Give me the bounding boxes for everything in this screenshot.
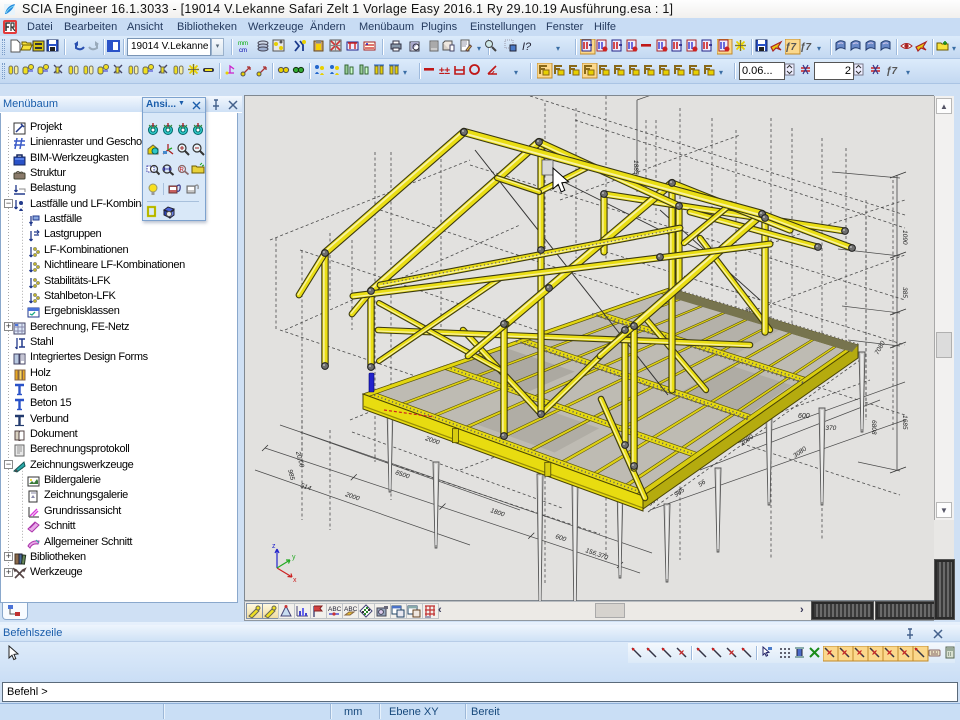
svg-text:ƒ7: ƒ7 (886, 66, 898, 77)
svg-text:ƒ7: ƒ7 (800, 42, 812, 53)
svg-text:cm: cm (239, 48, 247, 54)
svg-text:1685: 1685 (901, 415, 908, 430)
svg-text:3080: 3080 (792, 445, 808, 459)
svg-text:y: y (292, 554, 296, 561)
svg-text:ƒ7: ƒ7 (785, 42, 797, 53)
svg-text:I?: I? (522, 41, 532, 53)
svg-text:mm: mm (238, 41, 248, 47)
svg-text:x: x (293, 577, 297, 584)
svg-text:6808: 6808 (870, 420, 877, 435)
svg-text:56: 56 (697, 479, 707, 489)
svg-text:385: 385 (901, 287, 908, 298)
svg-text:1090: 1090 (901, 230, 908, 245)
svg-text:R: R (180, 168, 185, 174)
svg-text:2000: 2000 (343, 491, 360, 503)
svg-text:ABC: ABC (328, 606, 342, 613)
svg-text:±±: ±± (439, 66, 450, 77)
svg-text:8500: 8500 (394, 469, 410, 480)
svg-text:985: 985 (673, 486, 686, 498)
svg-text:985: 985 (286, 469, 296, 482)
svg-text:156,370: 156,370 (584, 547, 609, 561)
svg-text:1885: 1885 (632, 160, 639, 175)
svg-text:600: 600 (554, 533, 567, 543)
svg-text:600: 600 (798, 413, 810, 420)
svg-text:20,00: 20,00 (294, 450, 305, 469)
svg-text:z: z (272, 543, 276, 550)
svg-text:1800: 1800 (489, 507, 505, 518)
svg-text:514: 514 (299, 482, 312, 492)
svg-text:7080: 7080 (874, 340, 887, 356)
